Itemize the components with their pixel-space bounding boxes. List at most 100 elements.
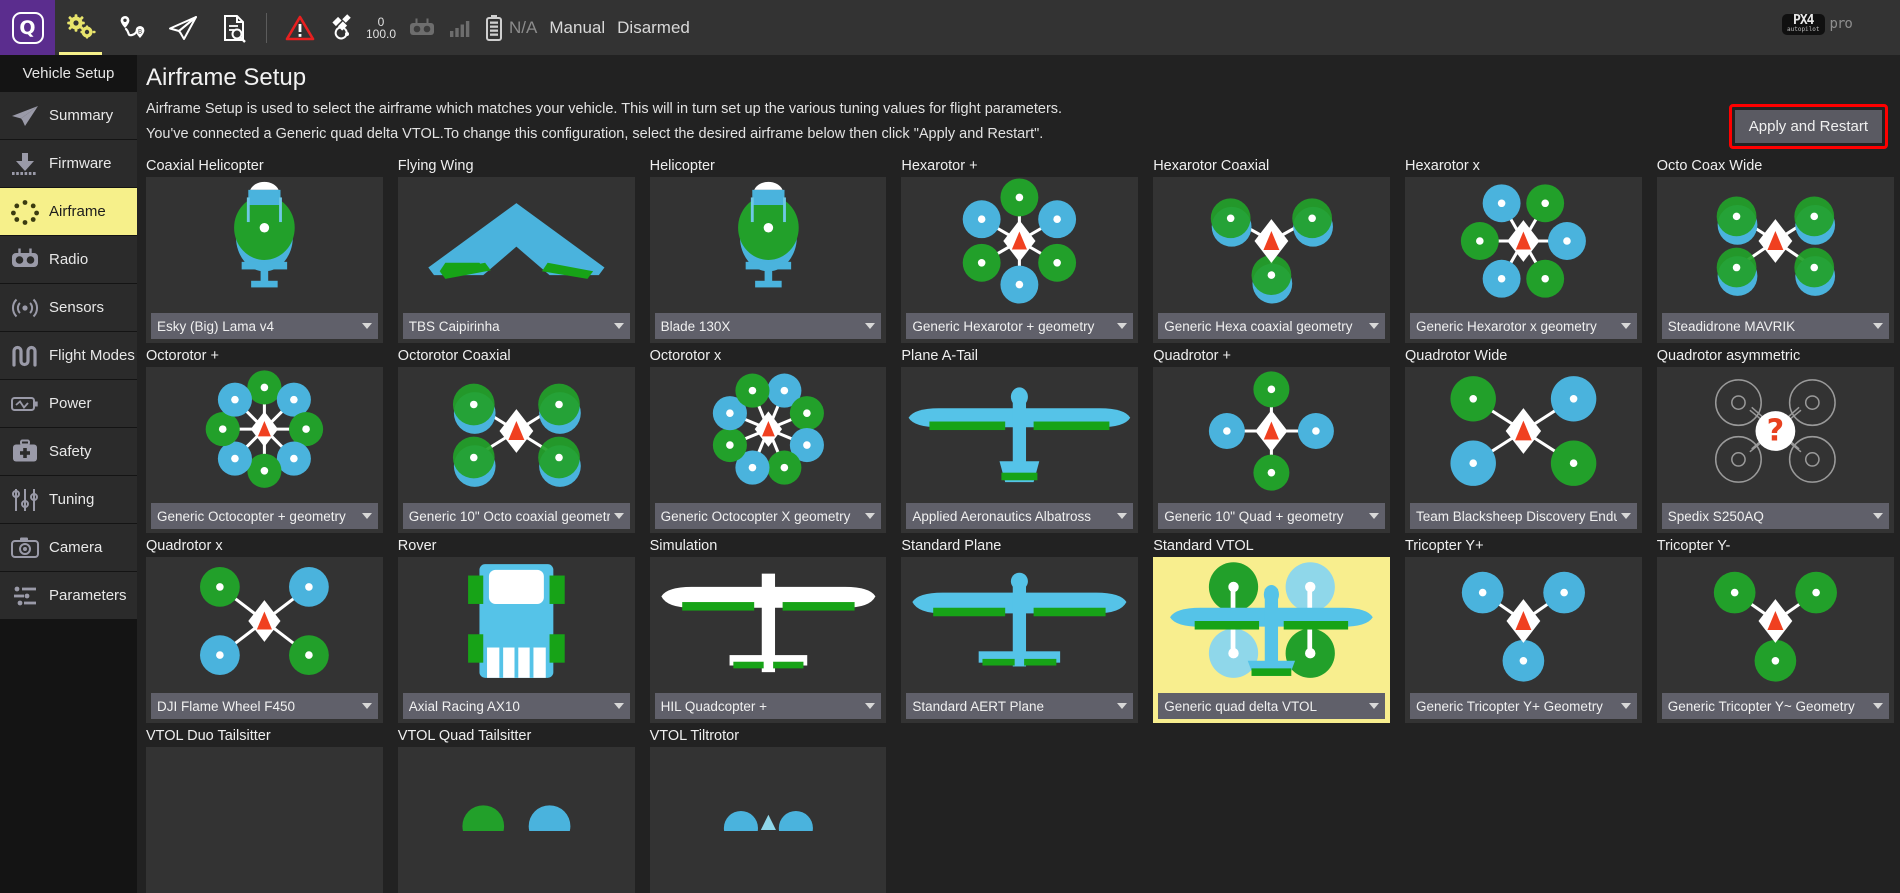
airframe-card[interactable]: Generic Hexarotor x geometry (1405, 177, 1642, 343)
signal-bars-icon (448, 16, 472, 40)
chevron-down-icon (1621, 323, 1631, 329)
airframe-card[interactable] (146, 747, 383, 893)
airframe-card[interactable]: Generic Hexa coaxial geometry (1153, 177, 1390, 343)
airframe-group-title: VTOL Tiltrotor (650, 725, 887, 747)
hexa-coax-icon (1153, 177, 1390, 305)
chevron-down-icon (614, 323, 624, 329)
battery-value: N/A (509, 18, 537, 38)
sidebar-item-sensors[interactable]: Sensors (0, 284, 137, 331)
airframe-group-title: Quadrotor Wide (1405, 345, 1642, 367)
airframe-variant-select[interactable]: Esky (Big) Lama v4 (151, 313, 378, 339)
airframe-variant-select[interactable]: Axial Racing AX10 (403, 693, 630, 719)
airframe-card[interactable]: Generic 10" Octo coaxial geometry (398, 367, 635, 533)
toolbar-battery-indicator[interactable]: N/A (478, 0, 543, 55)
satellite-icon (331, 14, 361, 42)
airframe-variant-select[interactable]: Generic 10" Quad + geometry (1158, 503, 1385, 529)
sidebar-item-flight-modes[interactable]: Flight Modes (0, 332, 137, 379)
airframe-card[interactable]: Blade 130X (650, 177, 887, 343)
airframe-variant-value: Esky (Big) Lama v4 (157, 319, 358, 334)
toolbar-analyze-button[interactable] (208, 0, 259, 55)
airframe-variant-select[interactable]: Generic Tricopter Y~ Geometry (1662, 693, 1889, 719)
toolbar-rc-indicator[interactable] (402, 0, 442, 55)
airframe-cell: Tricopter Y+Generic Tricopter Y+ Geometr… (1396, 535, 1648, 725)
airframe-variant-select[interactable]: TBS Caipirinha (403, 313, 630, 339)
sidebar-item-label: Camera (49, 539, 102, 556)
airframe-variant-select[interactable]: Generic Hexarotor + geometry (906, 313, 1133, 339)
airframe-group-title: Flying Wing (398, 155, 635, 177)
airframe-card[interactable]: Applied Aeronautics Albatross (901, 367, 1138, 533)
top-toolbar: Q (0, 0, 1900, 55)
airframe-cell: VTOL Duo Tailsitter (137, 725, 389, 893)
airframe-variant-value: TBS Caipirinha (409, 319, 610, 334)
toolbar-warning-indicator[interactable] (274, 0, 325, 55)
airframe-variant-select[interactable]: Steadidrone MAVRIK (1662, 313, 1889, 339)
airframe-card[interactable]: Axial Racing AX10 (398, 557, 635, 723)
sidebar-item-firmware[interactable]: Firmware (0, 140, 137, 187)
qgc-logo-button[interactable]: Q (0, 0, 55, 55)
airframe-card[interactable]: Generic Octocopter + geometry (146, 367, 383, 533)
airframe-card[interactable]: Standard AERT Plane (901, 557, 1138, 723)
airframe-card[interactable] (398, 747, 635, 893)
airframe-variant-select[interactable]: Applied Aeronautics Albatross (906, 503, 1133, 529)
sidebar-item-tuning[interactable]: Tuning (0, 476, 137, 523)
px4-pro-logo: PX4 autopilot pro (1782, 11, 1882, 37)
airframe-card[interactable]: Generic 10" Quad + geometry (1153, 367, 1390, 533)
airframe-card[interactable]: TBS Caipirinha (398, 177, 635, 343)
sidebar-item-airframe[interactable]: Airframe (0, 188, 137, 235)
airframe-card[interactable]: DJI Flame Wheel F450 (146, 557, 383, 723)
toolbar-vehicle-setup-button[interactable] (55, 0, 106, 55)
px4-logo-text: PX4 (1793, 16, 1813, 25)
airframe-card[interactable]: Steadidrone MAVRIK (1657, 177, 1894, 343)
airframe-variant-select[interactable]: HIL Quadcopter + (655, 693, 882, 719)
airframe-variant-select[interactable]: Spedix S250AQ (1662, 503, 1889, 529)
airframe-variant-select[interactable]: Standard AERT Plane (906, 693, 1133, 719)
fly-paperplane-icon (167, 14, 199, 42)
airframe-card[interactable]: Generic Tricopter Y+ Geometry (1405, 557, 1642, 723)
toolbar-gps-indicator[interactable]: 0 100.0 (325, 0, 402, 55)
toolbar-signal-indicator[interactable] (442, 0, 478, 55)
airframe-setup-panel: Airframe Setup Airframe Setup is used to… (137, 55, 1900, 893)
airframe-variant-select[interactable]: Generic Octocopter + geometry (151, 503, 378, 529)
chevron-down-icon (362, 703, 372, 709)
airframe-variant-select[interactable]: Generic Tricopter Y+ Geometry (1410, 693, 1637, 719)
toolbar-fly-button[interactable] (157, 0, 208, 55)
sidebar-item-radio[interactable]: Radio (0, 236, 137, 283)
sidebar-item-parameters[interactable]: Parameters (0, 572, 137, 619)
airframe-group-title: Coaxial Helicopter (146, 155, 383, 177)
airframe-card[interactable]: Generic Octocopter X geometry (650, 367, 887, 533)
sidebar-item-summary[interactable]: Summary (0, 92, 137, 139)
airframe-variant-select[interactable]: Blade 130X (655, 313, 882, 339)
toolbar-divider (266, 13, 267, 43)
airframe-variant-select[interactable]: Team Blacksheep Discovery Endurance (1410, 503, 1637, 529)
toolbar-plan-button[interactable]: B (106, 0, 157, 55)
airframe-variant-select[interactable]: Generic 10" Octo coaxial geometry (403, 503, 630, 529)
toolbar-arm-state-button[interactable]: Disarmed (611, 0, 696, 55)
airframe-variant-value: Steadidrone MAVRIK (1668, 319, 1869, 334)
airframe-group-title: Octo Coax Wide (1657, 155, 1894, 177)
airframe-card[interactable]: ?Spedix S250AQ (1657, 367, 1894, 533)
airframe-variant-select[interactable]: Generic Hexarotor x geometry (1410, 313, 1637, 339)
airframe-card[interactable]: Generic quad delta VTOL (1153, 557, 1390, 723)
airframe-card[interactable]: Team Blacksheep Discovery Endurance (1405, 367, 1642, 533)
gps-count: 0 (378, 16, 385, 28)
sidebar-item-label: Flight Modes (49, 347, 135, 364)
airframe-card[interactable]: HIL Quadcopter + (650, 557, 887, 723)
airframe-variant-select[interactable]: Generic quad delta VTOL (1158, 693, 1385, 719)
chevron-down-icon (1621, 513, 1631, 519)
sidebar-item-camera[interactable]: Camera (0, 524, 137, 571)
sidebar-item-power[interactable]: Power (0, 380, 137, 427)
airframe-variant-select[interactable]: Generic Hexa coaxial geometry (1158, 313, 1385, 339)
airframe-card[interactable]: Generic Tricopter Y~ Geometry (1657, 557, 1894, 723)
airframe-variant-select[interactable]: DJI Flame Wheel F450 (151, 693, 378, 719)
px4-autopilot-text: autopilot (1787, 25, 1820, 34)
toolbar-flight-mode-selector[interactable]: Manual (543, 0, 611, 55)
airframe-card[interactable]: Generic Hexarotor + geometry (901, 177, 1138, 343)
sidebar-item-safety[interactable]: Safety (0, 428, 137, 475)
firmware-download-icon (10, 150, 40, 178)
airframe-variant-value: Generic Tricopter Y~ Geometry (1668, 699, 1869, 714)
airframe-card[interactable]: Esky (Big) Lama v4 (146, 177, 383, 343)
airframe-group-title: Plane A-Tail (901, 345, 1138, 367)
airframe-card[interactable] (650, 747, 887, 893)
airframe-variant-select[interactable]: Generic Octocopter X geometry (655, 503, 882, 529)
apply-and-restart-button[interactable]: Apply and Restart (1735, 110, 1882, 143)
